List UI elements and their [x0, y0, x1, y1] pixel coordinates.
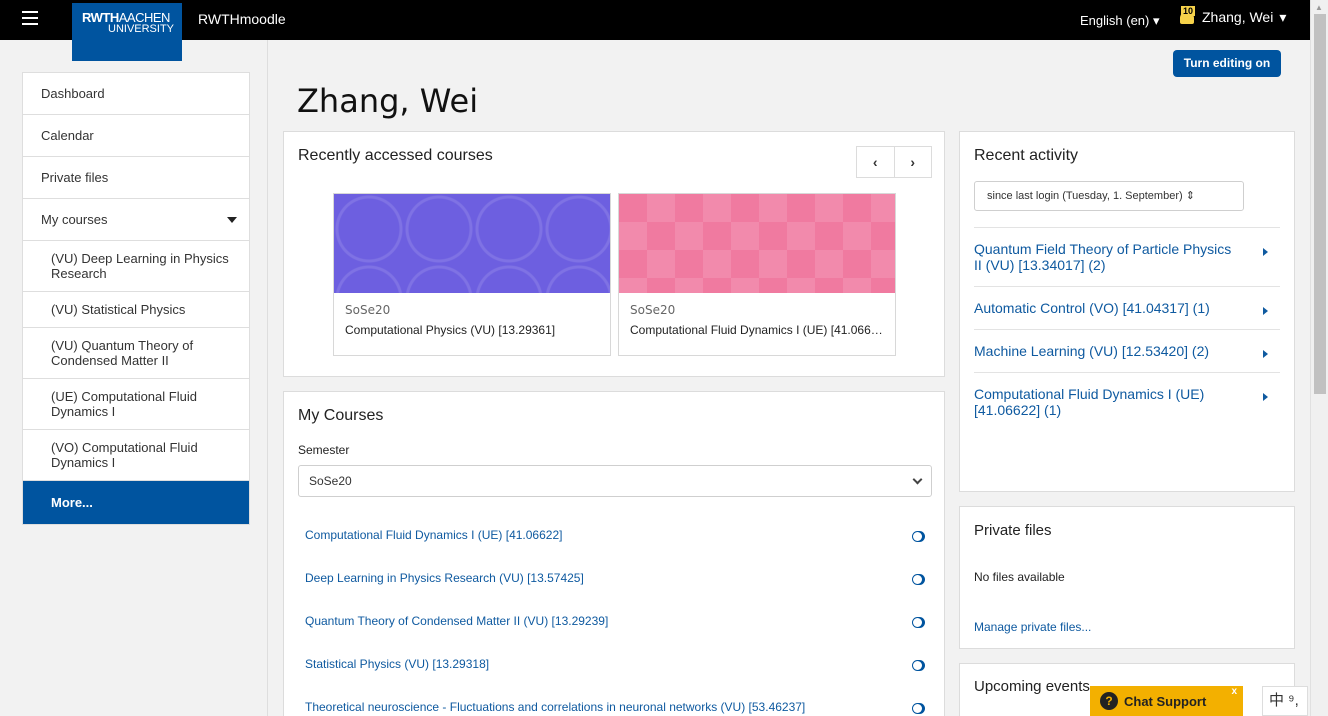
course-name-link[interactable]: Computational Fluid Dynamics I (UE) [41.… [619, 317, 895, 337]
recently-accessed-courses-block: Recently accessed courses ‹ › SoSe20 Com… [283, 131, 945, 377]
course-link[interactable]: Computational Fluid Dynamics I (UE) [41.… [305, 528, 562, 542]
expand-arrow-icon [1263, 248, 1268, 256]
course-list-item: Deep Learning in Physics Research (VU) [… [305, 557, 925, 600]
nav-item-my-courses[interactable]: My courses [23, 199, 249, 241]
course-card[interactable]: SoSe20 Computational Physics (VU) [13.29… [333, 193, 611, 356]
activity-item[interactable]: Automatic Control (VO) [41.04317] (1) [974, 286, 1280, 329]
course-pager: ‹ › [856, 146, 932, 178]
nav-item-private-files[interactable]: Private files [23, 157, 249, 199]
nav-block: Dashboard Calendar Private files My cour… [22, 72, 250, 525]
course-link[interactable]: Theoretical neuroscience - Fluctuations … [305, 700, 805, 714]
course-list-item: Computational Fluid Dynamics I (UE) [41.… [305, 514, 925, 557]
chevron-down-icon [912, 474, 923, 485]
visibility-toggle-icon[interactable] [912, 531, 925, 542]
nav-course-item[interactable]: (VO) Computational Fluid Dynamics I [23, 430, 249, 481]
semester-label: Semester [298, 443, 350, 457]
recent-activity-block: Recent activity since last login (Tuesda… [959, 131, 1295, 492]
block-title: Recent activity [974, 147, 1079, 164]
course-link[interactable]: Quantum Theory of Condensed Matter II (V… [305, 614, 608, 628]
block-title: Recently accessed courses [298, 147, 493, 164]
next-page-button[interactable]: › [895, 147, 932, 177]
nav-drawer: Dashboard Calendar Private files My cour… [0, 40, 268, 716]
input-method-indicator[interactable]: 中 ⁹, [1262, 686, 1308, 716]
course-image [334, 194, 610, 293]
question-icon: ? [1100, 692, 1118, 710]
activity-item-label: Machine Learning (VU) [12.53420] (2) [974, 343, 1210, 359]
expand-arrow-icon [1263, 393, 1268, 401]
nav-course-item[interactable]: (VU) Statistical Physics [23, 292, 249, 328]
block-title: Private files [974, 522, 1052, 539]
manage-private-files-link[interactable]: Manage private files... [974, 620, 1091, 634]
page-scrollbar[interactable]: ▲ [1310, 0, 1328, 716]
course-list-item: Statistical Physics (VU) [13.29318] [305, 643, 925, 686]
no-files-text: No files available [974, 570, 1065, 584]
notification-bell-icon[interactable]: 10 [1178, 6, 1196, 26]
visibility-toggle-icon[interactable] [912, 617, 925, 628]
activity-item-label: Quantum Field Theory of Particle Physics… [974, 241, 1232, 273]
visibility-toggle-icon[interactable] [912, 703, 925, 714]
activity-item[interactable]: Computational Fluid Dynamics I (UE) [41.… [974, 372, 1280, 431]
nav-item-dashboard[interactable]: Dashboard [23, 73, 249, 115]
nav-course-item[interactable]: (UE) Computational Fluid Dynamics I [23, 379, 249, 430]
nav-item-label: My courses [41, 212, 108, 227]
activity-list: Quantum Field Theory of Particle Physics… [974, 227, 1280, 431]
activity-since-select[interactable]: since last login (Tuesday, 1. September)… [974, 181, 1244, 211]
block-title: My Courses [298, 407, 384, 424]
activity-item[interactable]: Machine Learning (VU) [12.53420] (2) [974, 329, 1280, 372]
chat-support-label: Chat Support [1124, 693, 1207, 709]
course-list: Computational Fluid Dynamics I (UE) [41.… [305, 514, 925, 716]
language-menu[interactable]: English (en) ▾ [1080, 13, 1160, 29]
semester-select[interactable]: SoSe20 [298, 465, 932, 497]
visibility-toggle-icon[interactable] [912, 574, 925, 585]
nav-item-more[interactable]: More... [23, 481, 249, 524]
close-icon[interactable]: x [1231, 686, 1237, 697]
activity-item[interactable]: Quantum Field Theory of Particle Physics… [974, 227, 1280, 286]
notification-count-badge: 10 [1181, 6, 1196, 16]
page-title: Zhang, Wei [297, 82, 479, 120]
course-term: SoSe20 [630, 303, 676, 317]
course-term: SoSe20 [345, 303, 391, 317]
scroll-up-arrow-icon[interactable]: ▲ [1315, 3, 1323, 12]
activity-item-label: Automatic Control (VO) [41.04317] (1) [974, 300, 1210, 316]
turn-editing-on-button[interactable]: Turn editing on [1173, 50, 1281, 77]
caret-down-icon: ▾ [1279, 8, 1287, 25]
language-label: English (en) [1080, 13, 1150, 28]
nav-item-calendar[interactable]: Calendar [23, 115, 249, 157]
course-name-link[interactable]: Computational Physics (VU) [13.29361] [334, 317, 610, 337]
course-image [619, 194, 895, 293]
user-menu[interactable]: 10 Zhang, Wei ▾ [1178, 6, 1287, 26]
course-card[interactable]: SoSe20 Computational Fluid Dynamics I (U… [618, 193, 896, 356]
university-logo[interactable]: RWTHAACHEN UNIVERSITY [72, 3, 182, 61]
course-list-item: Quantum Theory of Condensed Matter II (V… [305, 600, 925, 643]
course-link[interactable]: Deep Learning in Physics Research (VU) [… [305, 571, 584, 585]
hamburger-menu-icon[interactable] [22, 11, 38, 25]
nav-course-item[interactable]: (VU) Quantum Theory of Condensed Matter … [23, 328, 249, 379]
nav-course-item[interactable]: (VU) Deep Learning in Physics Research [23, 241, 249, 292]
expand-arrow-icon [1263, 307, 1268, 315]
scrollbar-thumb[interactable] [1314, 14, 1326, 394]
semester-value: SoSe20 [309, 474, 352, 488]
block-title: Upcoming events [974, 678, 1090, 695]
expand-arrow-icon [1263, 350, 1268, 358]
user-name-label: Zhang, Wei [1202, 9, 1274, 25]
prev-page-button[interactable]: ‹ [857, 147, 895, 177]
top-navbar: RWTHAACHEN UNIVERSITY RWTHmoodle English… [0, 0, 1328, 61]
logo-text-university: UNIVERSITY [108, 23, 175, 35]
my-courses-block: My Courses Semester SoSe20 Computational… [283, 391, 945, 716]
visibility-toggle-icon[interactable] [912, 660, 925, 671]
caret-down-icon [227, 217, 237, 223]
site-name-link[interactable]: RWTHmoodle [198, 11, 286, 27]
chat-support-button[interactable]: ? Chat Support x [1090, 686, 1243, 716]
course-link[interactable]: Statistical Physics (VU) [13.29318] [305, 657, 489, 671]
activity-item-label: Computational Fluid Dynamics I (UE) [41.… [974, 386, 1205, 418]
course-list-item: Theoretical neuroscience - Fluctuations … [305, 686, 925, 716]
private-files-block: Private files No files available Manage … [959, 506, 1295, 649]
